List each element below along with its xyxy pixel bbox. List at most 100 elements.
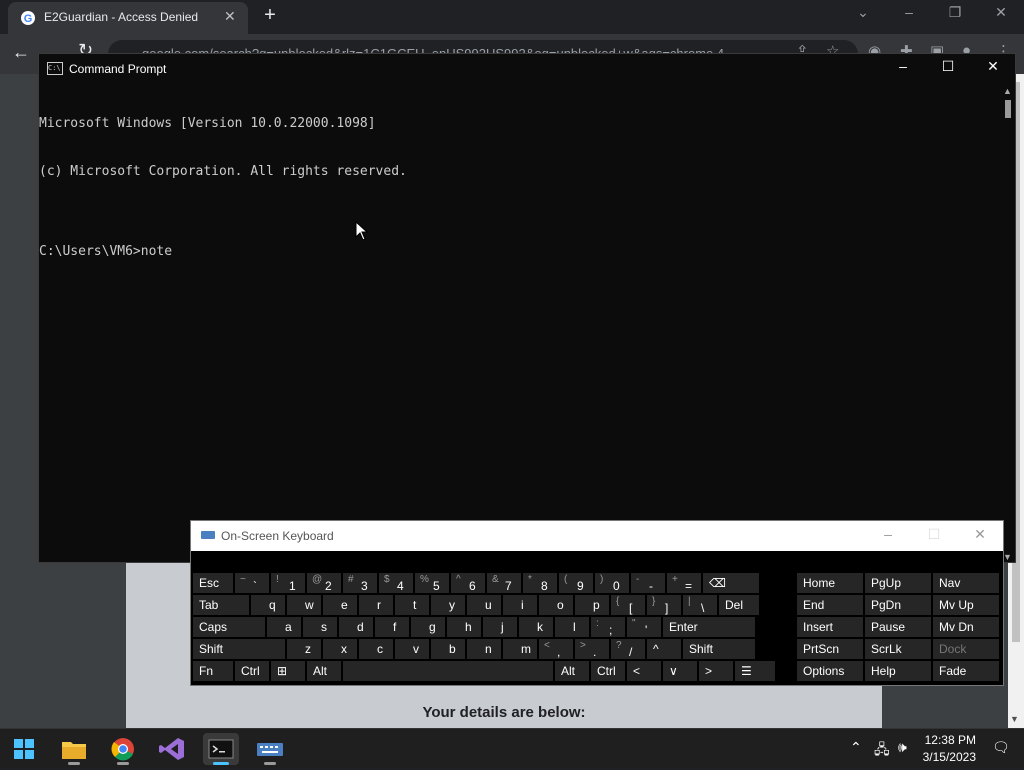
tab-close-icon[interactable]: ✕ — [224, 8, 236, 25]
osk-key[interactable]: u — [467, 595, 501, 615]
scroll-down-icon[interactable]: ▼ — [1010, 714, 1019, 724]
notifications-icon[interactable]: 🗨 — [992, 739, 1010, 756]
osk-nav-key[interactable]: Insert — [797, 617, 863, 637]
osk-key[interactable]: f — [375, 617, 409, 637]
osk-key[interactable]: ⌫ — [703, 573, 759, 593]
osk-key[interactable]: d — [339, 617, 373, 637]
cmd-scrollbar[interactable]: ▲ ▼ — [1001, 84, 1015, 562]
osk-nav-key[interactable]: PgUp — [865, 573, 931, 593]
osk-key[interactable]: ! 1 — [271, 573, 305, 593]
osk-key[interactable]: % 5 — [415, 573, 449, 593]
osk-key[interactable]: Esc — [193, 573, 233, 593]
osk-key[interactable]: #3 — [343, 573, 377, 593]
osk-key[interactable]: * 8 — [523, 573, 557, 593]
osk-nav-key[interactable]: Pause — [865, 617, 931, 637]
osk-key[interactable]: " ' — [627, 617, 661, 637]
osk-key[interactable]: g — [411, 617, 445, 637]
osk-key[interactable]: Alt — [307, 661, 341, 681]
osk-key[interactable]: <, — [539, 639, 573, 659]
osk-nav-key[interactable]: End — [797, 595, 863, 615]
osk-key[interactable]: p — [575, 595, 609, 615]
osk-key[interactable]: Shift — [683, 639, 755, 659]
osk-nav-key[interactable]: Nav — [933, 573, 999, 593]
osk-key[interactable]: -- — [631, 573, 665, 593]
system-clock[interactable]: 12:38 PM 3/15/2023 — [912, 732, 976, 766]
osk-key[interactable]: i — [503, 595, 537, 615]
osk-nav-key[interactable]: Help — [865, 661, 931, 681]
osk-key[interactable]: m — [503, 639, 537, 659]
osk-nav-key[interactable]: Dock — [933, 639, 999, 659]
cmd-minimize-icon[interactable]: – — [883, 58, 923, 74]
command-prompt-window[interactable]: C:\ Command Prompt – ☐ ✕ Microsoft Windo… — [38, 53, 1016, 563]
tab-search-icon[interactable]: ⌄ — [848, 4, 878, 21]
new-tab-button[interactable]: + — [260, 4, 280, 27]
osk-key[interactable]: Ctrl — [235, 661, 269, 681]
osk-key[interactable]: ^ 6 — [451, 573, 485, 593]
back-icon[interactable]: ← — [12, 42, 30, 63]
cmd-scroll-thumb[interactable] — [1005, 100, 1011, 118]
restore-icon[interactable]: ❐ — [940, 4, 970, 21]
browser-tab[interactable]: G E2Guardian - Access Denied ✕ — [8, 2, 248, 34]
osk-key[interactable]: @2 — [307, 573, 341, 593]
osk-nav-key[interactable]: Mv Dn — [933, 617, 999, 637]
osk-key[interactable]: :; — [591, 617, 625, 637]
osk-key[interactable]: & 7 — [487, 573, 521, 593]
osk-key[interactable]: Ctrl — [591, 661, 625, 681]
osk-key[interactable]: ☰ — [735, 661, 775, 681]
scroll-down-icon[interactable]: ▼ — [1003, 552, 1012, 562]
osk-key[interactable]: Tab — [193, 595, 249, 615]
osk-key[interactable]: $4 — [379, 573, 413, 593]
osk-key[interactable]: v — [395, 639, 429, 659]
cmd-maximize-icon[interactable]: ☐ — [928, 58, 968, 75]
osk-key[interactable]: h — [447, 617, 481, 637]
osk-nav-key[interactable]: ScrLk — [865, 639, 931, 659]
osk-key[interactable]: ⊞ — [271, 661, 305, 681]
osk-key[interactable]: Shift — [193, 639, 285, 659]
osk-key[interactable]: ~ ` — [235, 573, 269, 593]
osk-key[interactable]: (9 — [559, 573, 593, 593]
osk-key[interactable]: e — [323, 595, 357, 615]
osk-key[interactable]: b — [431, 639, 465, 659]
osk-key[interactable] — [343, 661, 553, 681]
osk-key[interactable]: a — [267, 617, 301, 637]
start-button[interactable] — [6, 733, 42, 765]
osk-key[interactable]: ^ — [647, 639, 681, 659]
osk-key[interactable]: > — [699, 661, 733, 681]
osk-key[interactable]: Enter — [663, 617, 755, 637]
osk-maximize-icon[interactable]: ☐ — [919, 526, 949, 543]
osk-key[interactable]: Fn — [193, 661, 233, 681]
chrome-button[interactable] — [105, 733, 141, 765]
close-icon[interactable]: ✕ — [986, 4, 1016, 21]
osk-key[interactable]: Caps — [193, 617, 265, 637]
network-icon[interactable]: 🖧 — [874, 739, 890, 763]
osk-key[interactable]: s — [303, 617, 337, 637]
osk-nav-key[interactable]: Fade — [933, 661, 999, 681]
osk-key[interactable]: r — [359, 595, 393, 615]
cmd-titlebar[interactable]: C:\ Command Prompt – ☐ ✕ — [39, 54, 1015, 84]
osk-titlebar[interactable]: On-Screen Keyboard – ☐ ✕ — [191, 521, 1003, 551]
scroll-up-icon[interactable]: ▲ — [1003, 86, 1012, 96]
osk-key[interactable]: {[ — [611, 595, 645, 615]
osk-nav-key[interactable]: PrtScn — [797, 639, 863, 659]
cmd-close-icon[interactable]: ✕ — [973, 58, 1013, 75]
osk-minimize-icon[interactable]: – — [873, 526, 903, 542]
cmd-console[interactable]: Microsoft Windows [Version 10.0.22000.10… — [39, 84, 1001, 562]
volume-icon[interactable]: 🕪 — [898, 739, 907, 756]
osk-key[interactable]: o — [539, 595, 573, 615]
osk-key[interactable]: | \ — [683, 595, 717, 615]
osk-key[interactable]: < — [627, 661, 661, 681]
osk-key[interactable]: z — [287, 639, 321, 659]
on-screen-keyboard-button[interactable] — [252, 733, 288, 765]
osk-nav-key[interactable]: Home — [797, 573, 863, 593]
osk-close-icon[interactable]: ✕ — [965, 526, 995, 543]
osk-key[interactable]: >. — [575, 639, 609, 659]
osk-key[interactable]: c — [359, 639, 393, 659]
osk-key[interactable]: l — [555, 617, 589, 637]
show-hidden-icons-icon[interactable]: ⌃ — [850, 739, 862, 756]
osk-key[interactable]: t — [395, 595, 429, 615]
osk-key[interactable]: ) 0 — [595, 573, 629, 593]
on-screen-keyboard-window[interactable]: On-Screen Keyboard – ☐ ✕ Esc ~ `! 1 @2 #3 $4% 5… — [190, 520, 1004, 686]
visual-studio-button[interactable] — [154, 733, 190, 765]
osk-nav-key[interactable]: Options — [797, 661, 863, 681]
osk-nav-key[interactable]: Mv Up — [933, 595, 999, 615]
